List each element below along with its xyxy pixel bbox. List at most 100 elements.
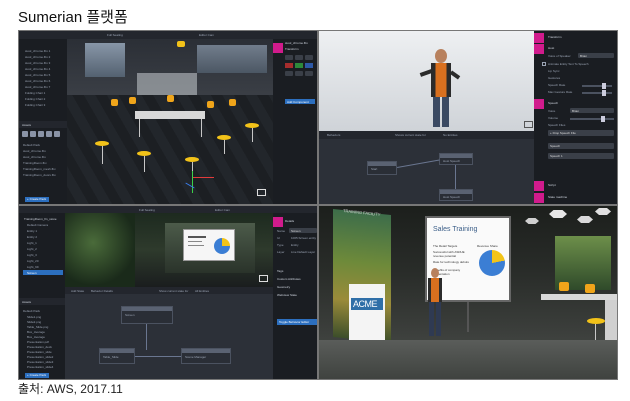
speech-icon[interactable] (534, 99, 544, 109)
entity-item[interactable]: Light_2 (27, 247, 37, 251)
entity-item[interactable]: stool_chrome.fbx 4 (25, 67, 50, 71)
entity-item[interactable]: stool_chrome.fbx 6 (25, 79, 50, 83)
viewport[interactable] (65, 213, 273, 287)
entity-item[interactable]: stool_chrome.fbx 2 (25, 55, 50, 59)
speech-rate-slider[interactable] (582, 83, 612, 89)
camera-select[interactable]: Full Seating (107, 33, 123, 37)
asset-item[interactable]: TrainingRoom_mesh.fbx (23, 167, 56, 171)
asset-icon[interactable] (22, 131, 28, 137)
add-state-button[interactable]: Add State (71, 289, 84, 293)
chair[interactable] (129, 97, 136, 104)
state-machine-icon[interactable] (534, 193, 544, 203)
camera-select[interactable]: Full Seating (139, 208, 155, 212)
tts-checkbox[interactable] (542, 62, 546, 66)
asset-icon[interactable] (54, 131, 60, 137)
camera-icon[interactable] (257, 189, 266, 196)
transform-icon[interactable] (534, 33, 544, 43)
translate-field[interactable] (295, 55, 303, 60)
asset-item[interactable]: Box_Average (27, 335, 45, 339)
asset-item[interactable]: Box_Average (27, 330, 45, 334)
asset-item[interactable]: Slide1.png (27, 315, 41, 319)
transform-icon[interactable] (273, 43, 283, 53)
asset-item[interactable]: Table_Slide.png (27, 325, 48, 329)
entity-item[interactable]: stool_chrome.fbx 1 (25, 49, 50, 53)
entity-item[interactable]: stool_chrome.fbx 3 (25, 61, 50, 65)
entity-item[interactable]: Folding Chair 3 (25, 103, 45, 107)
asset-item[interactable]: Presentation.pdf (27, 340, 49, 344)
entity-item[interactable]: Folding Chair 1 (25, 91, 45, 95)
entity-item[interactable]: Light_1 (27, 241, 37, 245)
entity-item[interactable]: Folding Chair 2 (25, 97, 45, 101)
entity-item[interactable]: Screen (27, 271, 37, 275)
editor-cam-select[interactable]: Editor Cam (215, 208, 230, 212)
details-icon[interactable] (273, 217, 283, 227)
gizmo-x-axis[interactable] (192, 177, 214, 178)
camera-icon[interactable] (524, 121, 533, 128)
asset-item[interactable]: Default Pack (23, 309, 40, 313)
chair[interactable] (167, 95, 174, 102)
entity-item[interactable]: Default Camera (27, 223, 48, 227)
state-node-speech[interactable]: Host Speech (439, 153, 473, 165)
entity-item[interactable]: TrainingRoom_fin_stone (24, 217, 57, 221)
entity-item[interactable]: stool_chrome.fbx 7 (25, 85, 50, 89)
behaviors-tab[interactable]: Behaviors (327, 133, 340, 137)
entity-item[interactable]: stool_chrome.fbx 5 (25, 73, 50, 77)
asset-item[interactable]: TrainingRoom.fbx (23, 161, 47, 165)
light-icon[interactable] (177, 41, 185, 47)
entity-item[interactable]: Entity 2 (27, 235, 37, 239)
entity-item[interactable]: Light_3 (27, 253, 37, 257)
asset-item[interactable]: stool_chrome.fbx (23, 149, 46, 153)
asset-icon[interactable] (30, 131, 36, 137)
script-icon[interactable] (534, 181, 544, 191)
scale-field[interactable] (305, 71, 313, 76)
asset-item[interactable]: Presentation_slide2 (27, 355, 53, 359)
scale-field[interactable] (295, 71, 303, 76)
asset-item[interactable]: Slide2.png (27, 320, 41, 324)
asset-icon[interactable] (46, 131, 52, 137)
asset-item[interactable]: stool_chrome.fbx (23, 155, 46, 159)
state-node-table[interactable]: Table_Slide (99, 348, 135, 364)
entity-item[interactable]: Entity 1 (27, 229, 37, 233)
asset-icon[interactable] (38, 131, 44, 137)
asset-item[interactable]: Default Pack (23, 143, 40, 147)
section-attributes[interactable]: Custom Attributes (277, 277, 301, 281)
state-node-scene-manager[interactable]: Scene Manager (181, 348, 231, 364)
behavior-graph[interactable]: Start Host Speech Host Speech (319, 139, 534, 204)
host-icon[interactable] (534, 44, 544, 54)
state-node-screen[interactable]: Screen (121, 306, 173, 324)
volume-slider[interactable] (570, 116, 614, 122)
behavior-details-tab[interactable]: Behavior Details (91, 289, 113, 293)
rotate-field[interactable] (305, 63, 313, 68)
entity-select[interactable]: No Entities (443, 133, 458, 137)
asset-item[interactable]: TrainingRoom_doors.fbx (23, 173, 56, 177)
section-webview[interactable]: Webview State (277, 293, 297, 297)
viewport[interactable] (319, 31, 534, 131)
asset-item[interactable]: Presentation_slide3 (27, 360, 53, 364)
scale-field[interactable] (285, 71, 293, 76)
chair[interactable] (111, 99, 118, 106)
avatar-head[interactable] (435, 49, 447, 63)
asset-item[interactable]: Presentation_slide (27, 350, 52, 354)
rotate-field[interactable] (295, 63, 303, 68)
translate-field[interactable] (305, 55, 313, 60)
state-node-speech[interactable]: Host Speech (439, 189, 473, 201)
asset-item[interactable]: Presentation_slide4 (27, 365, 53, 369)
translate-field[interactable] (285, 55, 293, 60)
presentation-screen[interactable] (183, 229, 235, 261)
gesture-rate-slider[interactable] (582, 90, 612, 96)
viewport[interactable] (67, 39, 273, 204)
behavior-graph[interactable]: Screen Table_Slide Scene Manager (65, 294, 273, 379)
state-node-start[interactable]: Start (367, 161, 397, 175)
rotate-field[interactable] (285, 63, 293, 68)
chair[interactable] (229, 99, 236, 106)
editor-cam-select[interactable]: Editor Cam (199, 33, 214, 37)
section-geometry[interactable]: Geometry (277, 285, 290, 289)
asset-item[interactable]: Presentation_deck (27, 345, 52, 349)
chair[interactable] (207, 101, 214, 108)
avatar-torso[interactable] (431, 63, 451, 97)
entity-select[interactable]: All Entities (195, 289, 209, 293)
camera-icon[interactable] (259, 275, 268, 282)
section-tags[interactable]: Tags (277, 269, 283, 273)
gizmo-y-axis[interactable] (192, 171, 193, 193)
entity-item[interactable]: Light_99 (27, 265, 39, 269)
